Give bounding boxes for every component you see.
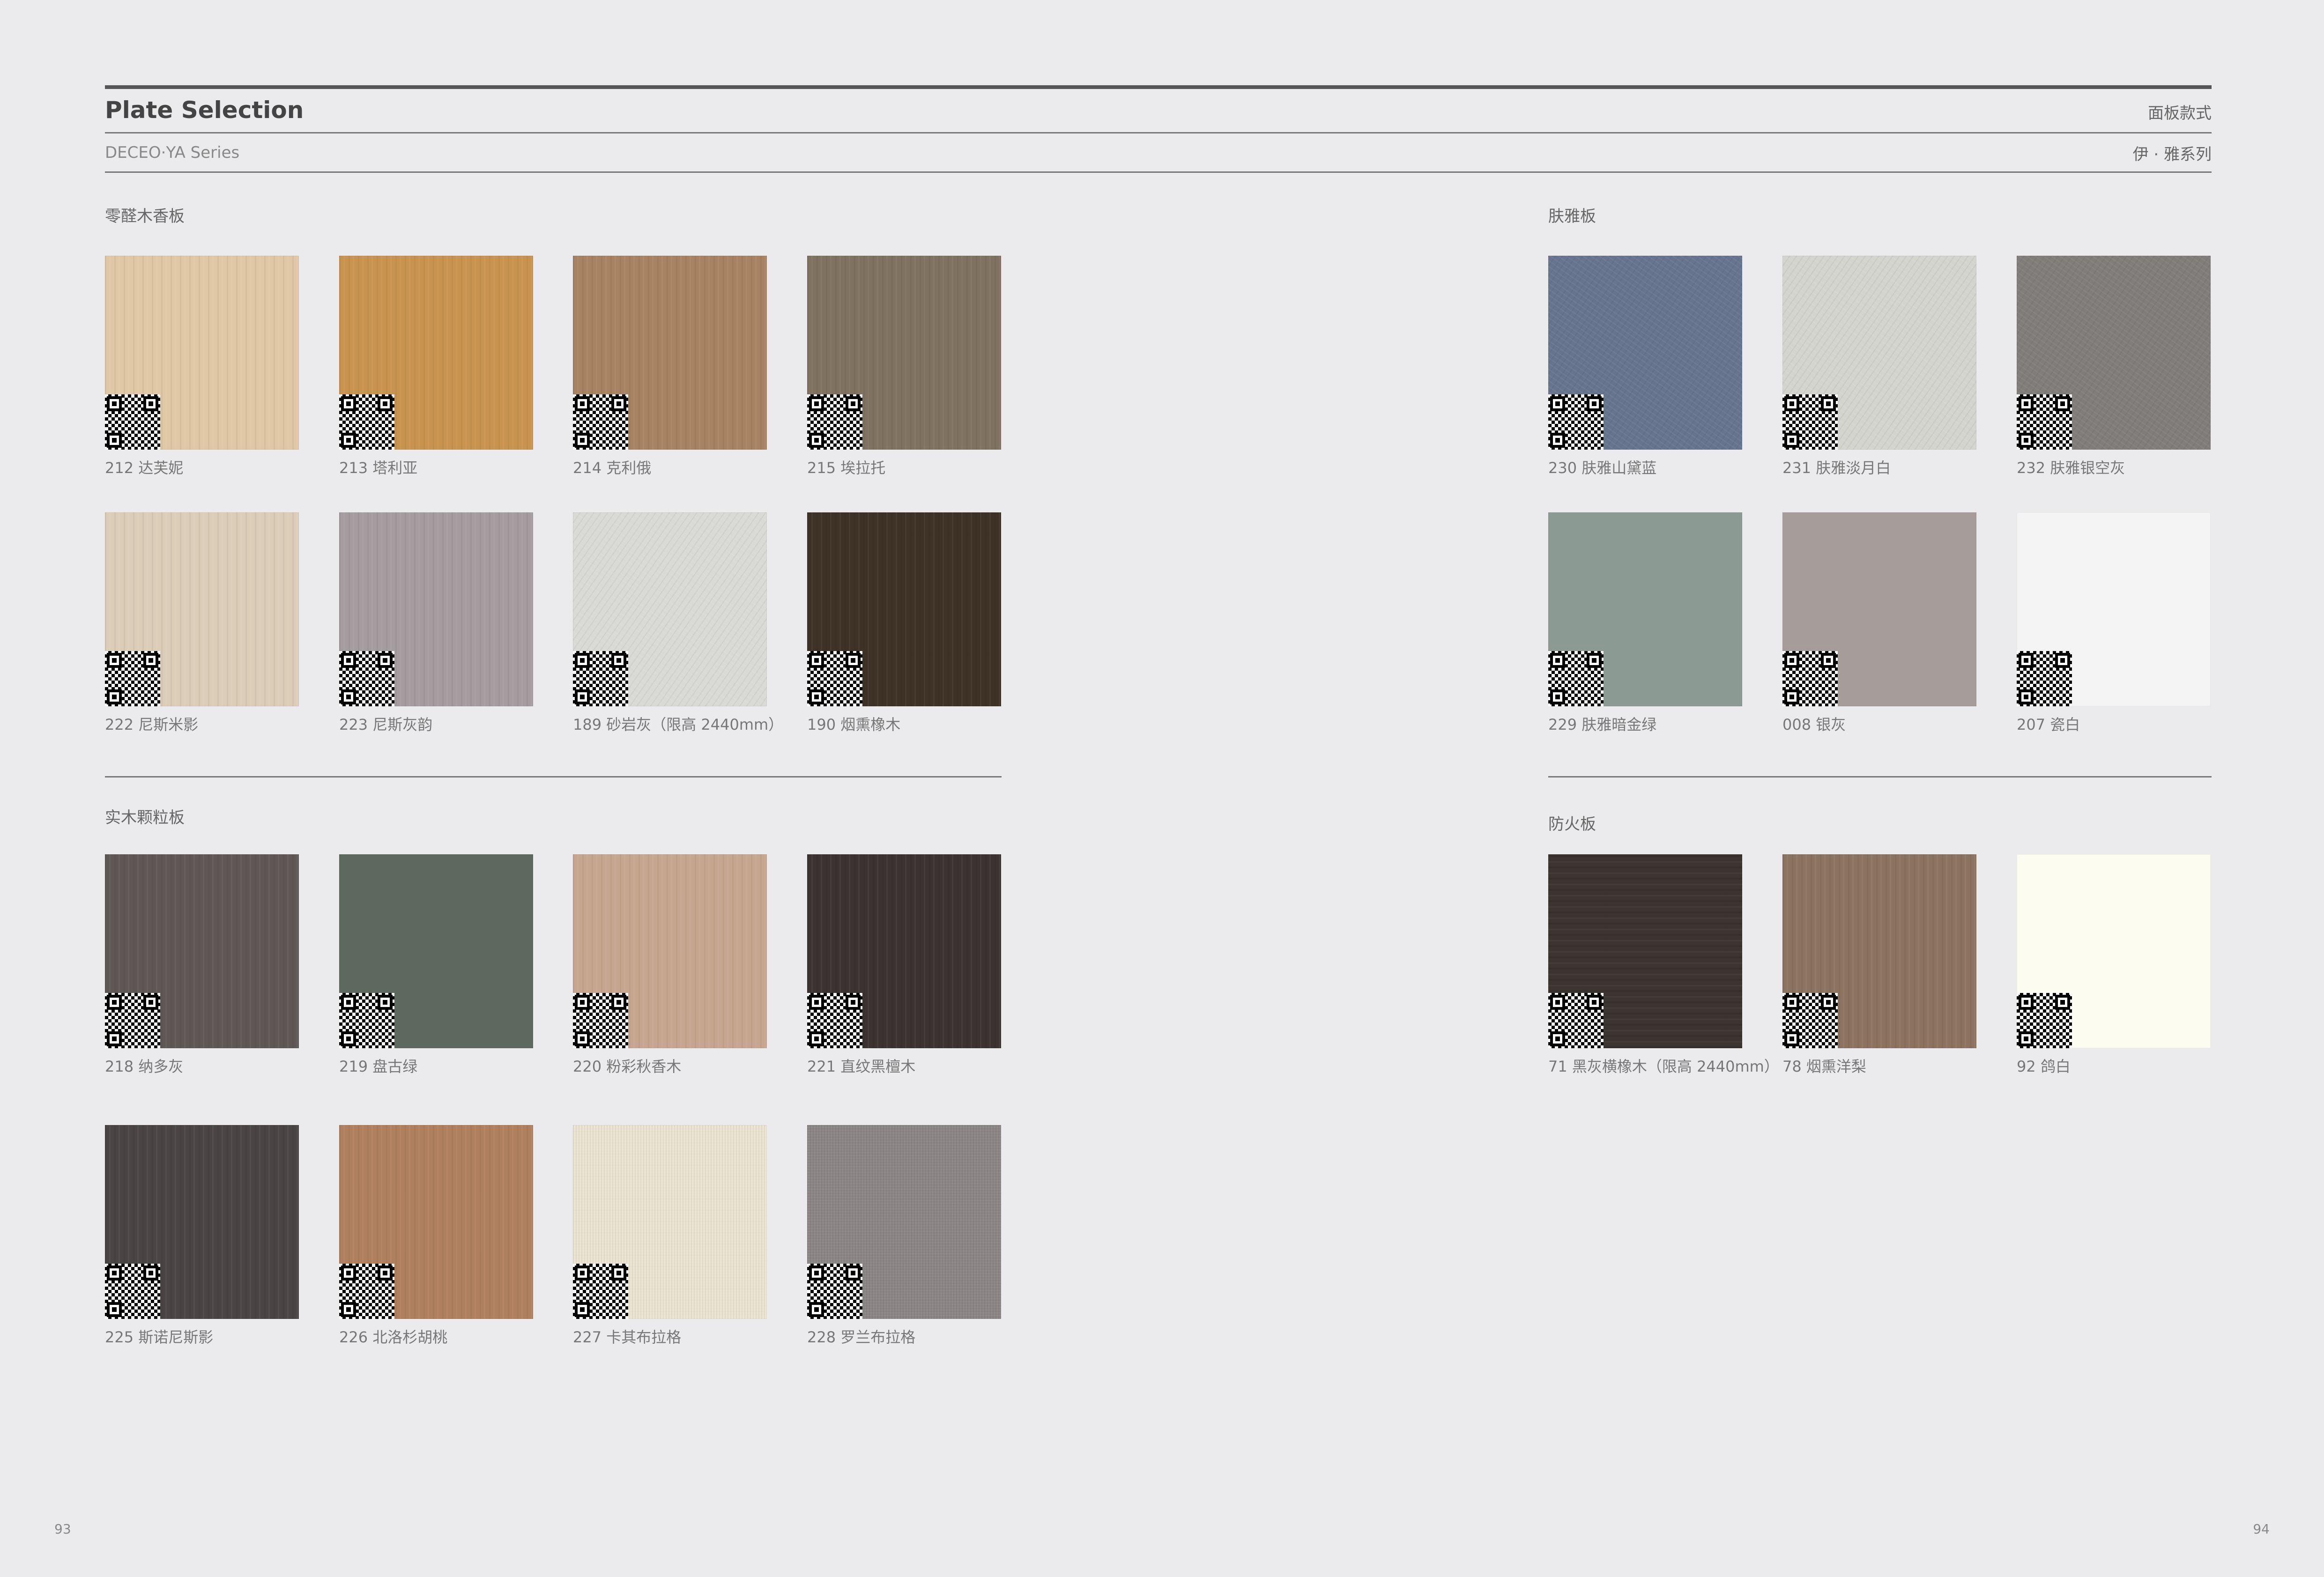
section-divider [105, 776, 1002, 777]
page-title-cn: 面板款式 [2148, 104, 2212, 123]
swatch-label: 220 粉彩秋香木 [573, 1058, 682, 1075]
qr-code-icon [339, 651, 394, 706]
material-swatch: 227 卡其布拉格 [573, 1125, 767, 1346]
series-name-cn: 伊 · 雅系列 [2132, 145, 2212, 164]
qr-code-icon [2017, 394, 2072, 450]
swatch-label: 227 卡其布拉格 [573, 1328, 682, 1346]
qr-code-icon [339, 394, 394, 450]
page-title: Plate Selection [105, 96, 304, 124]
material-swatch: 232 肤雅银空灰 [2017, 256, 2211, 477]
swatch-label: 231 肤雅淡月白 [1782, 459, 1891, 477]
swatch-label: 008 银灰 [1782, 716, 1846, 733]
page-number-left: 93 [54, 1521, 71, 1537]
section-title: 零醛木香板 [105, 207, 185, 226]
material-swatch: 213 塔利亚 [339, 256, 533, 477]
swatch-label: 230 肤雅山黛蓝 [1548, 459, 1657, 477]
material-swatch: 78 烟熏洋梨 [1782, 854, 1976, 1075]
material-swatch: 219 盘古绿 [339, 854, 533, 1075]
top-rule [105, 85, 2212, 89]
material-swatch: 189 砂岩灰（限高 2440mm） [573, 512, 783, 733]
qr-code-icon [105, 1264, 160, 1319]
swatch-label: 222 尼斯米影 [105, 716, 199, 733]
section-title: 防火板 [1548, 815, 1596, 834]
material-swatch: 214 克利俄 [573, 256, 767, 477]
qr-code-icon [573, 1264, 628, 1319]
swatch-label: 213 塔利亚 [339, 459, 418, 477]
material-swatch: 92 鸽白 [2017, 854, 2211, 1075]
swatch-label: 190 烟熏橡木 [807, 716, 901, 733]
qr-code-icon [573, 394, 628, 450]
header-divider [105, 132, 2212, 133]
swatch-label: 92 鸽白 [2017, 1058, 2071, 1075]
material-swatch: 207 瓷白 [2017, 512, 2211, 733]
qr-code-icon [1782, 993, 1838, 1048]
material-swatch: 190 烟熏橡木 [807, 512, 1001, 733]
material-swatch: 215 埃拉托 [807, 256, 1001, 477]
qr-code-icon [339, 993, 394, 1048]
qr-code-icon [105, 993, 160, 1048]
material-swatch: 226 北洛杉胡桃 [339, 1125, 533, 1346]
swatch-label: 214 克利俄 [573, 459, 652, 477]
qr-code-icon [807, 394, 862, 450]
qr-code-icon [1548, 993, 1604, 1048]
qr-code-icon [1548, 651, 1604, 706]
swatch-label: 228 罗兰布拉格 [807, 1328, 916, 1346]
qr-code-icon [1782, 651, 1838, 706]
swatch-label: 71 黑灰横橡木（限高 2440mm） [1548, 1058, 1779, 1075]
material-swatch: 229 肤雅暗金绿 [1548, 512, 1742, 733]
swatch-label: 189 砂岩灰（限高 2440mm） [573, 716, 784, 733]
qr-code-icon [1548, 394, 1604, 450]
qr-code-icon [807, 1264, 862, 1319]
swatch-label: 207 瓷白 [2017, 716, 2080, 733]
material-swatch: 222 尼斯米影 [105, 512, 299, 733]
section-divider [1548, 776, 2212, 777]
qr-code-icon [1782, 394, 1838, 450]
section-title: 实木颗粒板 [105, 808, 185, 827]
swatch-label: 225 斯诺尼斯影 [105, 1328, 214, 1346]
series-name: DECEO·YA Series [105, 143, 240, 162]
material-swatch: 212 达芙妮 [105, 256, 299, 477]
qr-code-icon [2017, 993, 2072, 1048]
swatch-label: 78 烟熏洋梨 [1782, 1058, 1866, 1075]
material-swatch: 230 肤雅山黛蓝 [1548, 256, 1742, 477]
qr-code-icon [339, 1264, 394, 1319]
swatch-label: 232 肤雅银空灰 [2017, 459, 2125, 477]
material-swatch: 221 直纹黑檀木 [807, 854, 1001, 1075]
material-swatch: 218 纳多灰 [105, 854, 299, 1075]
material-swatch: 225 斯诺尼斯影 [105, 1125, 299, 1346]
material-swatch: 008 银灰 [1782, 512, 1976, 733]
swatch-label: 229 肤雅暗金绿 [1548, 716, 1657, 733]
swatch-label: 223 尼斯灰韵 [339, 716, 433, 733]
material-swatch: 223 尼斯灰韵 [339, 512, 533, 733]
qr-code-icon [573, 993, 628, 1048]
swatch-label: 212 达芙妮 [105, 459, 184, 477]
material-swatch: 220 粉彩秋香木 [573, 854, 767, 1075]
header-divider-bottom [105, 171, 2212, 173]
qr-code-icon [807, 993, 862, 1048]
swatch-label: 215 埃拉托 [807, 459, 886, 477]
swatch-label: 219 盘古绿 [339, 1058, 418, 1075]
material-swatch: 71 黑灰横橡木（限高 2440mm） [1548, 854, 1779, 1075]
section-title: 肤雅板 [1548, 207, 1596, 226]
qr-code-icon [105, 394, 160, 450]
material-swatch: 228 罗兰布拉格 [807, 1125, 1001, 1346]
qr-code-icon [807, 651, 862, 706]
qr-code-icon [2017, 651, 2072, 706]
swatch-label: 221 直纹黑檀木 [807, 1058, 916, 1075]
swatch-label: 218 纳多灰 [105, 1058, 184, 1075]
page-number-right: 94 [2253, 1521, 2270, 1537]
qr-code-icon [105, 651, 160, 706]
qr-code-icon [573, 651, 628, 706]
material-swatch: 231 肤雅淡月白 [1782, 256, 1976, 477]
swatch-label: 226 北洛杉胡桃 [339, 1328, 448, 1346]
